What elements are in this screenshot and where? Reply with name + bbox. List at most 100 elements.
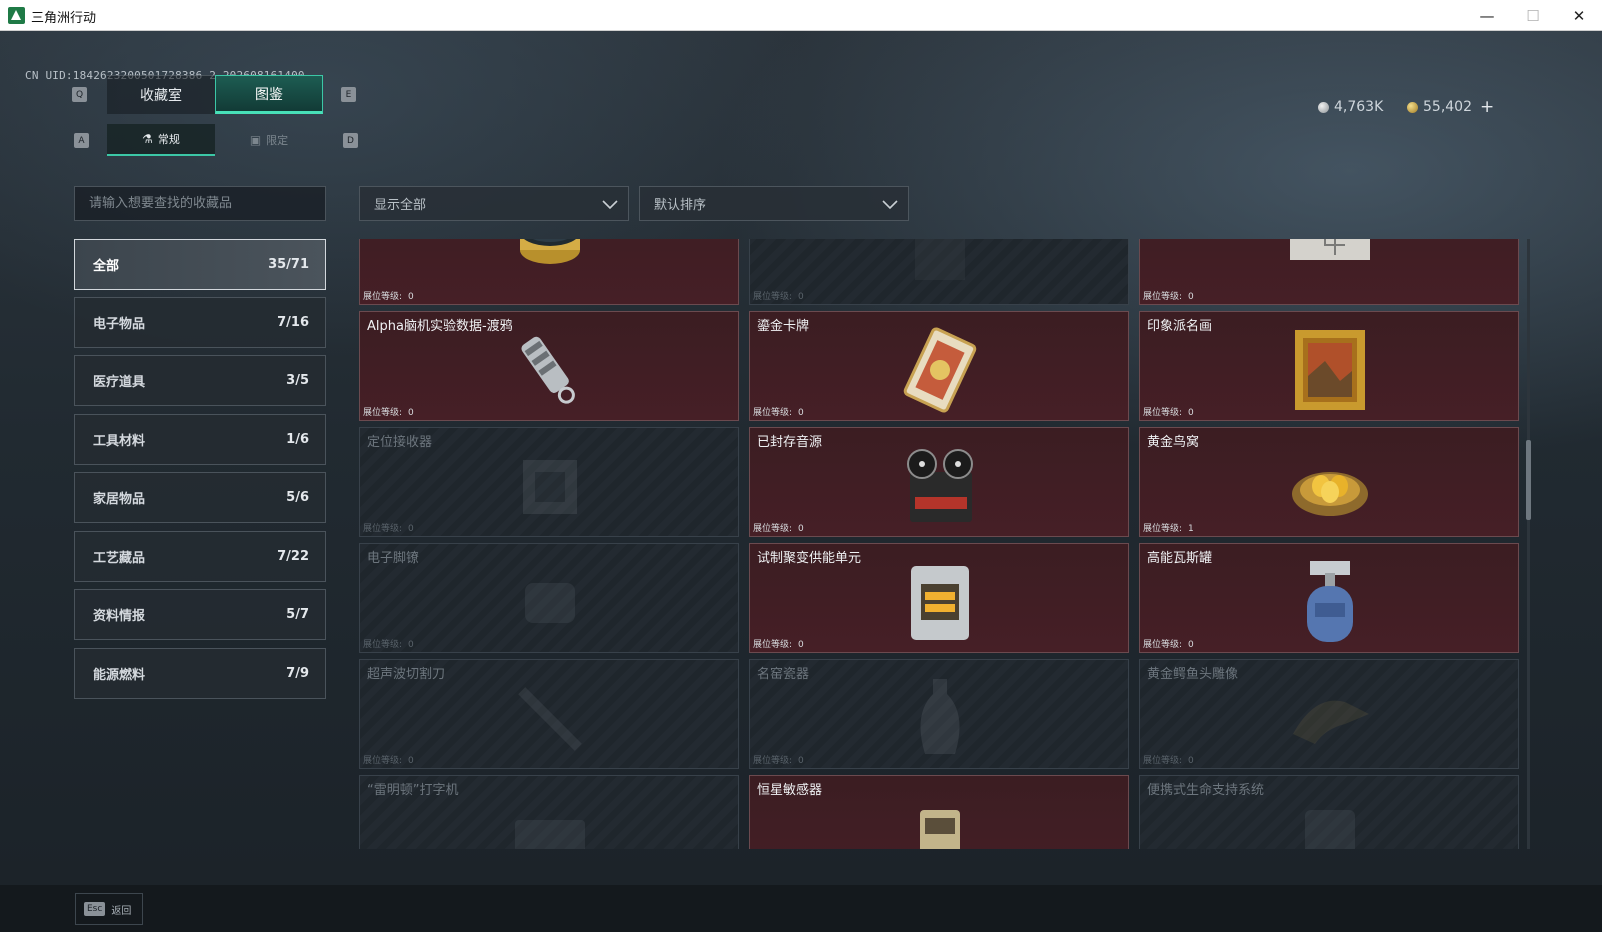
chip-receiver-icon xyxy=(523,460,577,514)
display-level-prefix: 展位等级: xyxy=(363,640,403,650)
add-currency-button[interactable]: + xyxy=(1480,97,1494,117)
main-tabs: 收藏室 图鉴 xyxy=(107,75,323,114)
display-level-prefix: 展位等级: xyxy=(363,408,403,418)
display-level: 展位等级: 0 xyxy=(363,637,414,650)
category-household[interactable]: 家居物品 5/6 xyxy=(74,472,326,523)
category-energy[interactable]: 能源燃料 7/9 xyxy=(74,648,326,699)
display-level: 展位等级: 1 xyxy=(1143,521,1194,534)
display-level: 展位等级: 0 xyxy=(1143,637,1194,650)
collectible-grid: 展位等级: 0 展位等级: 0 展位等级: 0 Alpha脑机实验数据-渡鸦 展位等级: 0 鎏金… xyxy=(359,239,1522,849)
collectible-card[interactable]: 已封存音源 展位等级: 0 xyxy=(749,427,1129,537)
display-level-prefix: 展位等级: xyxy=(1143,524,1183,534)
fusion-cell-icon xyxy=(911,566,969,640)
display-level-value: 0 xyxy=(798,408,804,418)
collectible-card[interactable]: 鎏金卡牌 展位等级: 0 xyxy=(749,311,1129,421)
collectible-card[interactable]: 高能瓦斯罐展位等级: 0 xyxy=(1139,543,1519,653)
display-filter-dropdown[interactable]: 显示全部 xyxy=(359,186,629,221)
collectible-name: Alpha脑机实验数据-渡鸦 xyxy=(367,319,513,334)
window-titlebar: 三角洲行动 — ☐ ✕ xyxy=(0,0,1602,31)
collectible-card[interactable]: 电子脚镣展位等级: 0 xyxy=(359,543,739,653)
category-intel[interactable]: 资料情报 5/7 xyxy=(74,589,326,640)
minimize-button[interactable]: — xyxy=(1464,0,1510,31)
golden-nest-icon xyxy=(1292,472,1368,516)
display-level: 展位等级: 0 xyxy=(363,521,414,534)
caviar-tin-icon xyxy=(520,239,580,264)
collectible-card[interactable]: 名窑瓷器 展位等级: 0 xyxy=(749,659,1129,769)
collectible-card[interactable]: 展位等级: 0 xyxy=(359,239,739,305)
reel-recorder-icon xyxy=(907,449,973,522)
category-count: 5/6 xyxy=(286,490,309,505)
collectible-name: 鎏金卡牌 xyxy=(757,319,810,334)
display-level: 展位等级: 0 xyxy=(1143,753,1194,766)
display-level: 展位等级: 0 xyxy=(363,753,414,766)
display-level-value: 0 xyxy=(408,640,414,650)
collectible-name: 印象派名画 xyxy=(1147,319,1213,334)
subtab-regular[interactable]: ⚗ 常规 xyxy=(107,124,215,156)
back-button[interactable]: Esc 返回 xyxy=(75,893,143,925)
collectible-card[interactable]: 恒星敏感器展位等级:0 xyxy=(749,775,1129,849)
category-all[interactable]: 全部 35/71 xyxy=(74,239,326,290)
collectible-name: 试制聚变供能单元 xyxy=(757,551,862,566)
collectible-card[interactable]: 印象派名画 展位等级: 0 xyxy=(1139,311,1519,421)
collectible-card[interactable]: 黄金鳄鱼头雕像 展位等级: 0 xyxy=(1139,659,1519,769)
collectible-name: 便携式生命支持系统 xyxy=(1147,783,1265,798)
collectible-card[interactable]: 展位等级: 0 xyxy=(1139,239,1519,305)
display-level-value: 0 xyxy=(408,524,414,534)
collectible-name: 电子脚镣 xyxy=(367,551,420,566)
collectible-name: “雷明顿”打字机 xyxy=(367,783,459,798)
display-filter-value: 显示全部 xyxy=(374,198,427,213)
display-level-value: 0 xyxy=(1188,640,1194,650)
category-label: 全部 xyxy=(93,259,120,274)
croc-statue-icon xyxy=(1293,700,1369,744)
display-level: 展位等级: 0 xyxy=(363,289,414,302)
category-medical[interactable]: 医疗道具 3/5 xyxy=(74,355,326,406)
porcelain-vase-icon xyxy=(920,679,960,754)
display-level-value: 0 xyxy=(798,640,804,650)
subtab-limited[interactable]: ▣ 限定 xyxy=(215,124,323,156)
sort-dropdown[interactable]: 默认排序 xyxy=(639,186,909,221)
cutter-blade-icon xyxy=(518,687,582,751)
silver-amount: 4,763K xyxy=(1334,99,1384,115)
collectible-card[interactable]: 超声波切割刀 展位等级: 0 xyxy=(359,659,739,769)
display-level-value: 0 xyxy=(798,756,804,766)
category-count: 3/5 xyxy=(286,373,309,388)
key-hint-next-subtab: D xyxy=(343,133,358,148)
category-label: 资料情报 xyxy=(93,609,146,624)
search-input[interactable] xyxy=(74,186,326,221)
category-count: 5/7 xyxy=(286,607,309,622)
collectible-card[interactable]: 展位等级: 0 xyxy=(749,239,1129,305)
typewriter-icon xyxy=(515,820,585,849)
category-electronics[interactable]: 电子物品 7/16 xyxy=(74,297,326,348)
category-crafts[interactable]: 工艺藏品 7/22 xyxy=(74,531,326,582)
back-label: 返回 xyxy=(111,905,132,917)
gas-canister-icon xyxy=(1307,561,1353,642)
collectible-card[interactable]: Alpha脑机实验数据-渡鸦 展位等级: 0 xyxy=(359,311,739,421)
display-level-prefix: 展位等级: xyxy=(363,524,403,534)
tab-catalog[interactable]: 图鉴 xyxy=(215,75,323,114)
maximize-button[interactable]: ☐ xyxy=(1510,0,1556,31)
display-level-value: 1 xyxy=(1188,524,1194,534)
collectible-card[interactable]: 定位接收器 展位等级: 0 xyxy=(359,427,739,537)
display-level-value: 0 xyxy=(1188,756,1194,766)
display-level-prefix: 展位等级: xyxy=(1143,408,1183,418)
display-level-value: 0 xyxy=(798,292,804,302)
collectible-card[interactable]: “雷明顿”打字机展位等级:0 xyxy=(359,775,739,849)
close-button[interactable]: ✕ xyxy=(1556,0,1602,31)
sort-value: 默认排序 xyxy=(654,198,707,213)
gold-coin-icon xyxy=(1407,101,1418,113)
collectible-card[interactable]: 黄金鸟窝 展位等级: 1 xyxy=(1139,427,1519,537)
collectible-card[interactable]: 试制聚变供能单元 展位等级: 0 xyxy=(749,543,1129,653)
collectible-card[interactable]: 便携式生命支持系统展位等级:0 xyxy=(1139,775,1519,849)
framed-painting-icon xyxy=(1295,330,1365,410)
grid-scrollbar-track[interactable] xyxy=(1527,239,1530,849)
category-tools[interactable]: 工具材料 1/6 xyxy=(74,414,326,465)
grid-scrollbar-thumb[interactable] xyxy=(1526,440,1531,520)
category-count: 1/6 xyxy=(286,432,309,447)
star-sensor-icon xyxy=(920,810,960,849)
tab-collection-room[interactable]: 收藏室 xyxy=(107,75,215,114)
collectible-name: 高能瓦斯罐 xyxy=(1147,551,1213,566)
data-drive-icon xyxy=(521,336,575,404)
unknown-item-icon xyxy=(915,239,965,280)
display-level-prefix: 展位等级: xyxy=(753,756,793,766)
flask-icon: ⚗ xyxy=(142,132,153,146)
